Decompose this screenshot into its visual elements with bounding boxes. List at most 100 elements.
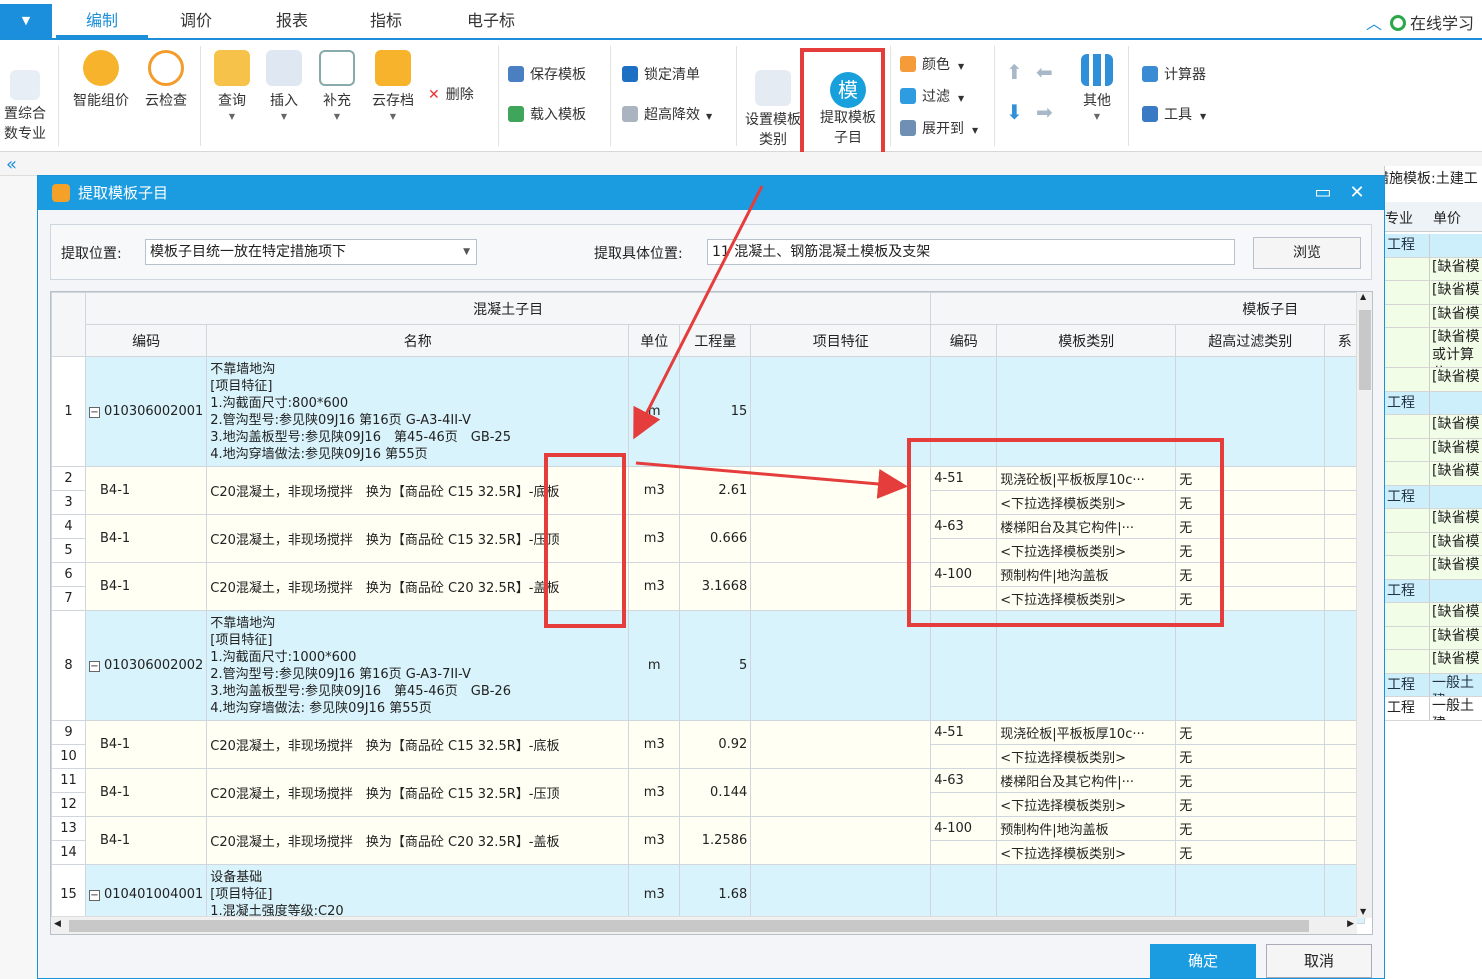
- unit-cell[interactable]: m3: [628, 466, 681, 515]
- template-code-cell[interactable]: 4-63: [930, 514, 998, 539]
- template-code-cell[interactable]: [930, 840, 998, 865]
- right-panel-row[interactable]: [缺省模: [1385, 650, 1482, 674]
- feature-cell[interactable]: [750, 514, 932, 563]
- template-code-cell[interactable]: [930, 744, 998, 769]
- overheight-filter-cell[interactable]: 无: [1175, 792, 1326, 817]
- unit-cell[interactable]: m3: [628, 864, 681, 924]
- overheight-filter-cell[interactable]: 无: [1175, 768, 1326, 793]
- other-button[interactable]: 其他 ▼: [1074, 54, 1120, 121]
- overheight-filter-cell[interactable]: 无: [1175, 840, 1326, 865]
- cancel-button[interactable]: 取消: [1266, 944, 1372, 978]
- row-number[interactable]: 11: [51, 768, 86, 793]
- template-code-cell[interactable]: [930, 490, 998, 515]
- row-number[interactable]: 12: [51, 792, 86, 817]
- row-number[interactable]: 5: [51, 538, 86, 563]
- right-panel-row[interactable]: [缺省模: [1385, 281, 1482, 305]
- scroll-right-icon[interactable]: ▶: [1347, 919, 1354, 929]
- template-type-cell[interactable]: 预制构件|地沟盖板: [996, 816, 1177, 841]
- table-row[interactable]: 8−010306002002 不靠墙地沟 [项目特征] 1.沟截面尺寸:1000*60…: [51, 610, 1366, 721]
- template-type-cell[interactable]: 预制构件|地沟盖板: [996, 562, 1177, 587]
- template-code-cell[interactable]: [930, 586, 998, 611]
- code-cell[interactable]: B4-1: [84, 720, 208, 769]
- row-number[interactable]: 7: [51, 586, 86, 611]
- quantity-cell[interactable]: 15: [679, 356, 752, 467]
- quantity-cell[interactable]: 2.61: [679, 466, 752, 515]
- quantity-cell[interactable]: 3.1668: [679, 562, 752, 611]
- ok-button[interactable]: 确定: [1150, 944, 1256, 978]
- load-template-button[interactable]: 载入模板: [508, 104, 586, 124]
- close-icon[interactable]: ✕: [1342, 176, 1372, 210]
- right-panel-row[interactable]: 工程一般土建: [1385, 673, 1482, 697]
- name-cell[interactable]: C20混凝土，非现场搅拌 换为【商品砼 C15 32.5R】-压顶: [206, 768, 630, 817]
- quantity-cell[interactable]: 5: [679, 610, 752, 721]
- unit-cell[interactable]: m3: [628, 562, 681, 611]
- right-panel-row[interactable]: [缺省模: [1385, 304, 1482, 328]
- template-type-cell[interactable]: <下拉选择模板类别>: [996, 586, 1177, 611]
- row-number[interactable]: 13: [51, 816, 86, 841]
- right-panel-row[interactable]: [缺省模: [1385, 556, 1482, 580]
- right-panel-row[interactable]: [缺省模: [1385, 257, 1482, 281]
- row-number[interactable]: 6: [51, 562, 86, 587]
- unit-cell[interactable]: m3: [628, 816, 681, 865]
- tab-indicator[interactable]: 指标: [360, 0, 412, 38]
- overheight-filter-cell[interactable]: 无: [1175, 538, 1326, 563]
- table-row[interactable]: 9 B4-1 C20混凝土，非现场搅拌 换为【商品砼 C15 32.5R】-底板 m3…: [51, 720, 1366, 769]
- template-type-cell[interactable]: <下拉选择模板类别>: [996, 792, 1177, 817]
- code-cell[interactable]: B4-1: [84, 514, 208, 563]
- name-cell[interactable]: C20混凝土，非现场搅拌 换为【商品砼 C15 32.5R】-压顶: [206, 514, 630, 563]
- right-panel-row[interactable]: 工程: [1385, 234, 1482, 258]
- browse-button[interactable]: 浏览: [1253, 237, 1361, 269]
- template-code-cell[interactable]: [930, 610, 998, 721]
- right-panel-row[interactable]: [缺省模: [1385, 532, 1482, 556]
- overheight-filter-cell[interactable]: 无: [1175, 562, 1326, 587]
- feature-cell[interactable]: [750, 720, 932, 769]
- row-number[interactable]: 8: [51, 610, 86, 721]
- set-combined-button[interactable]: 置综合 数专业: [0, 50, 50, 144]
- template-type-cell[interactable]: <下拉选择模板类别>: [996, 490, 1177, 515]
- tab-e-bid[interactable]: 电子标: [458, 0, 524, 38]
- template-code-cell[interactable]: 4-51: [930, 720, 998, 745]
- move-left-icon[interactable]: ⬅: [1036, 60, 1053, 84]
- collapse-ribbon-icon[interactable]: ︿: [1366, 14, 1382, 33]
- supplement-button[interactable]: 补充 ▼: [314, 50, 360, 121]
- table-row[interactable]: 11 B4-1 C20混凝土，非现场搅拌 换为【商品砼 C15 32.5R】-压顶 m…: [51, 768, 1366, 817]
- collapse-left-icon[interactable]: «: [6, 154, 17, 175]
- template-type-cell[interactable]: [996, 864, 1177, 924]
- expand-to-button[interactable]: 展开到 ▼: [900, 118, 978, 138]
- online-learning-link[interactable]: ︿ 在线学习: [1366, 10, 1474, 34]
- row-number[interactable]: 4: [51, 514, 86, 539]
- lock-list-button[interactable]: 锁定清单: [622, 64, 700, 84]
- set-template-type-button[interactable]: 设置模板 类别: [742, 50, 804, 150]
- tools-button[interactable]: 工具 ▼: [1142, 104, 1206, 124]
- collapse-icon[interactable]: −: [89, 889, 100, 901]
- template-code-cell[interactable]: [930, 864, 998, 924]
- tab-price-adjust[interactable]: 调价: [170, 0, 222, 38]
- overheight-filter-cell[interactable]: [1175, 864, 1326, 924]
- overheight-filter-cell[interactable]: 无: [1175, 586, 1326, 611]
- template-type-cell[interactable]: 楼梯阳台及其它构件|···: [996, 768, 1177, 793]
- overheight-filter-cell[interactable]: 无: [1175, 744, 1326, 769]
- feature-cell[interactable]: [750, 562, 932, 611]
- feature-cell[interactable]: [750, 356, 932, 467]
- table-row[interactable]: 15−010401004001 设备基础 [项目特征] 1.混凝土强度等级:C20 m3…: [51, 864, 1366, 924]
- template-code-cell[interactable]: [930, 792, 998, 817]
- overheight-filter-cell[interactable]: [1175, 610, 1326, 721]
- horizontal-scroll-thumb[interactable]: [69, 920, 1309, 932]
- horizontal-scrollbar[interactable]: ◀ ▶: [51, 916, 1357, 934]
- name-cell[interactable]: C20混凝土，非现场搅拌 换为【商品砼 C15 32.5R】-底板: [206, 720, 630, 769]
- code-cell[interactable]: B4-1: [84, 562, 208, 611]
- maximize-icon[interactable]: ▭: [1308, 176, 1338, 210]
- row-number[interactable]: 9: [51, 720, 86, 745]
- name-cell[interactable]: C20混凝土，非现场搅拌 换为【商品砼 C20 32.5R】-盖板: [206, 562, 630, 611]
- tab-report[interactable]: 报表: [266, 0, 318, 38]
- template-code-cell[interactable]: 4-100: [930, 816, 998, 841]
- color-button[interactable]: 颜色 ▼: [900, 54, 964, 74]
- overheight-filter-cell[interactable]: 无: [1175, 720, 1326, 745]
- name-cell[interactable]: 不靠墙地沟 [项目特征] 1.沟截面尺寸:800*600 2.管沟型号:参见陕09J1…: [206, 356, 630, 467]
- name-cell[interactable]: 不靠墙地沟 [项目特征] 1.沟截面尺寸:1000*600 2.管沟型号:参见陕09J…: [206, 610, 630, 721]
- row-number[interactable]: 3: [51, 490, 86, 515]
- extract-location-select[interactable]: 模板子目统一放在特定措施项下 ▼: [145, 239, 477, 265]
- table-row[interactable]: 4 B4-1 C20混凝土，非现场搅拌 换为【商品砼 C15 32.5R】-压顶 m3…: [51, 514, 1366, 563]
- unit-cell[interactable]: m3: [628, 720, 681, 769]
- row-number[interactable]: 2: [51, 466, 86, 491]
